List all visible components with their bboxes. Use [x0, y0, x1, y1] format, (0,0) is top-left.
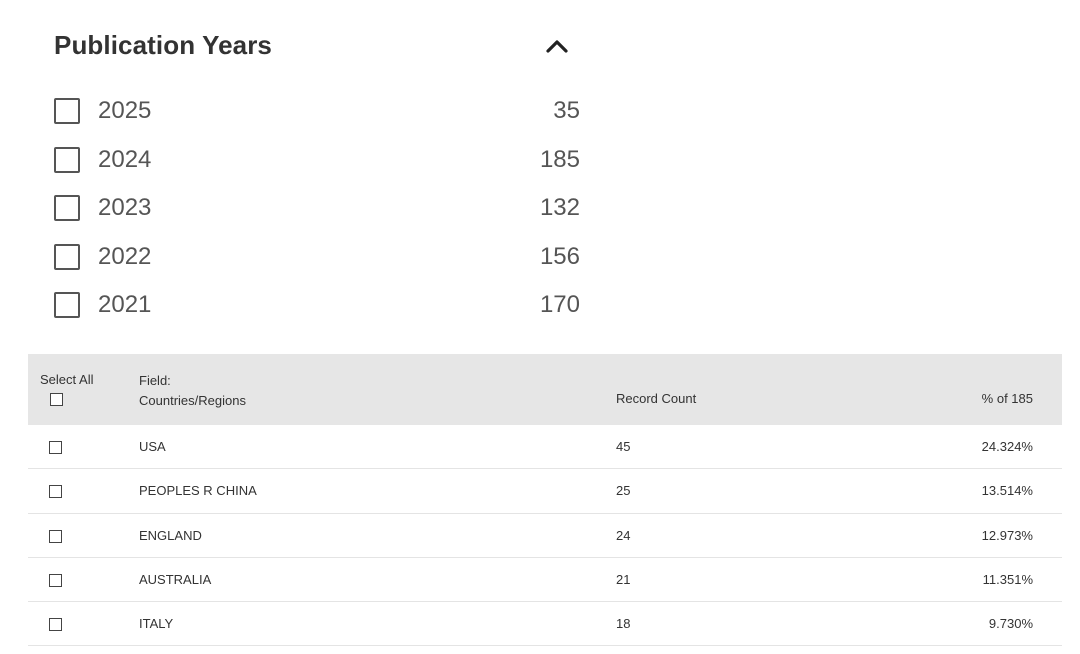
table-header: Select All Field: Countries/Regions Reco… [28, 354, 1062, 425]
facet-item-count: 35 [553, 97, 580, 124]
select-all-label: Select All [40, 372, 94, 387]
facet-list: 2025 35 2024 185 2023 132 2022 156 2021 … [54, 96, 584, 339]
row-record-count: 45 [616, 439, 631, 454]
facet-title: Publication Years [54, 30, 272, 60]
facet-checkbox[interactable] [54, 98, 80, 124]
row-record-count: 18 [616, 616, 631, 632]
table-row: AUSTRALIA 21 11.351% [28, 558, 1062, 603]
facet-item-2024[interactable]: 2024 185 [54, 145, 584, 194]
row-checkbox[interactable] [49, 529, 62, 543]
row-record-count: 24 [616, 527, 631, 543]
facet-item-2025[interactable]: 2025 35 [54, 96, 584, 145]
row-percent: 24.324% [981, 439, 1033, 454]
row-country: ITALY [139, 616, 174, 632]
facet-item-count: 170 [539, 291, 580, 318]
facet-item-label: 2022 [98, 242, 152, 270]
facet-checkbox[interactable] [54, 146, 80, 173]
table-row: ITALY 18 9.730% [28, 602, 1062, 647]
chevron-up-icon[interactable] [544, 34, 570, 60]
facet-item-2021[interactable]: 2021 170 [54, 290, 584, 339]
facet-checkbox[interactable] [54, 292, 80, 318]
facet-item-count: 156 [539, 242, 580, 270]
row-checkbox[interactable] [49, 441, 62, 454]
row-checkbox[interactable] [49, 485, 62, 499]
facet-item-count: 185 [539, 145, 580, 173]
percent-column-header: % of 185 [981, 391, 1033, 406]
facet-item-label: 2025 [98, 97, 152, 124]
field-name: Countries/Regions [139, 393, 246, 408]
row-percent: 12.973% [981, 527, 1033, 543]
row-percent: 13.514% [981, 483, 1033, 499]
publication-years-facet: Publication Years 2025 35 2024 185 2023 … [54, 26, 584, 318]
record-count-column-header: Record Count [616, 391, 697, 406]
row-checkbox[interactable] [49, 618, 62, 632]
row-percent: 11.351% [982, 571, 1033, 587]
facet-checkbox[interactable] [54, 195, 80, 221]
facet-item-label: 2024 [98, 145, 152, 173]
field-column-header: Field: Countries/Regions [139, 371, 246, 411]
facet-item-count: 132 [539, 194, 580, 221]
facet-item-2023[interactable]: 2023 132 [54, 193, 584, 242]
facet-checkbox[interactable] [54, 243, 80, 270]
row-record-count: 21 [616, 571, 631, 587]
facet-header[interactable]: Publication Years [54, 26, 584, 70]
row-checkbox[interactable] [49, 573, 62, 587]
table-row: PEOPLES R CHINA 25 13.514% [28, 469, 1062, 514]
facet-item-label: 2021 [98, 291, 152, 318]
table-row: ENGLAND 24 12.973% [28, 514, 1062, 558]
table-row: USA 45 24.324% [28, 425, 1062, 470]
results-table: Select All Field: Countries/Regions Reco… [28, 354, 1062, 647]
row-country: AUSTRALIA [139, 571, 212, 587]
facet-item-label: 2023 [98, 194, 152, 221]
facet-item-2022[interactable]: 2022 156 [54, 242, 584, 291]
select-all-checkbox[interactable] [50, 393, 63, 406]
row-country: USA [139, 439, 166, 454]
row-record-count: 25 [616, 483, 631, 499]
row-country: ENGLAND [139, 527, 202, 543]
row-country: PEOPLES R CHINA [139, 483, 257, 499]
row-percent: 9.730% [988, 616, 1033, 632]
field-label: Field: [139, 373, 171, 388]
